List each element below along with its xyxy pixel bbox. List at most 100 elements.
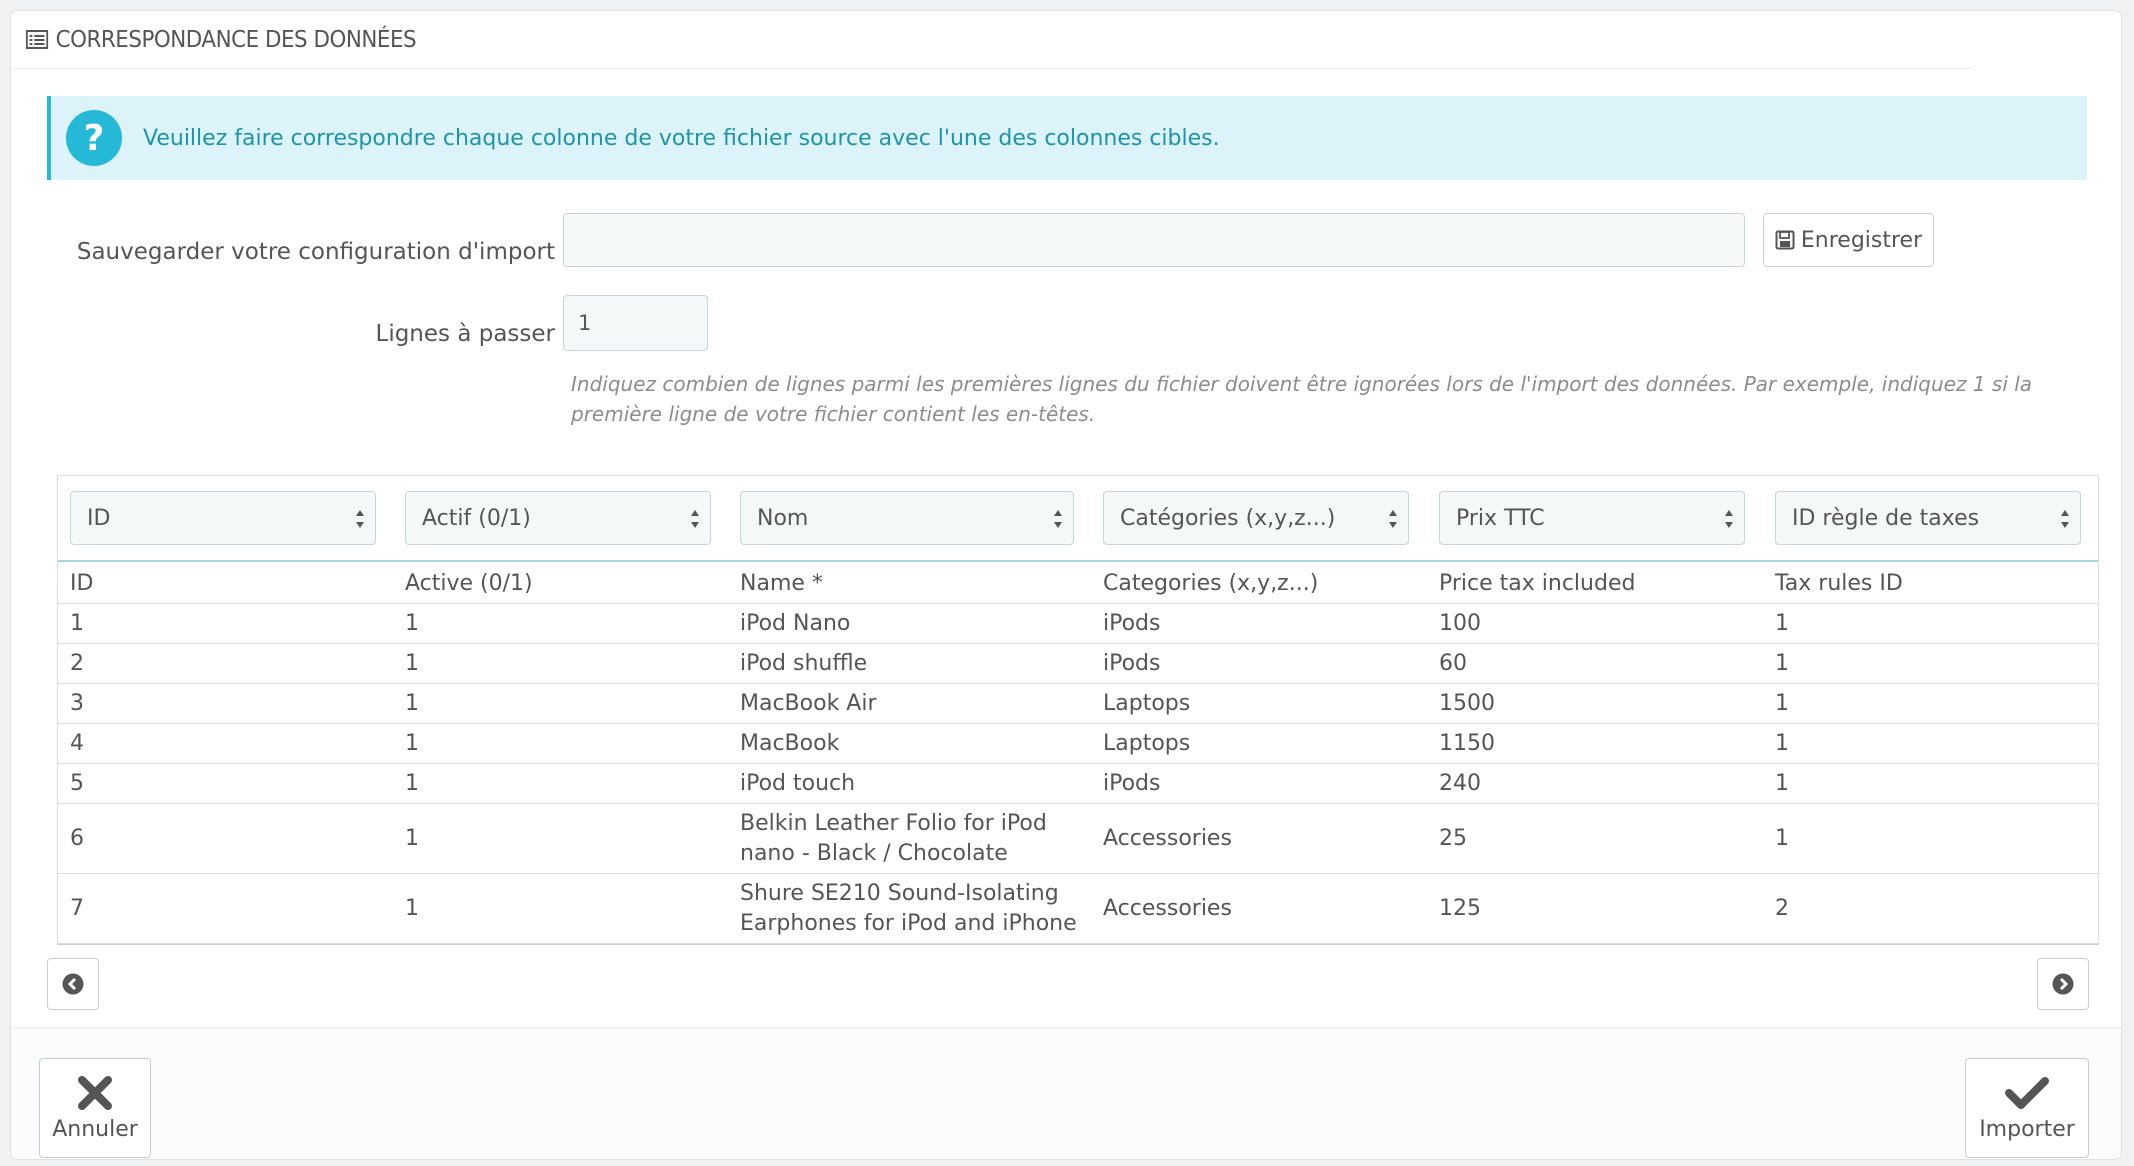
table-cell: 1 <box>70 610 84 636</box>
skip-lines-label: Lignes à passer <box>375 321 556 347</box>
table-cell: iPods <box>1103 770 1161 796</box>
table-cell: MacBook Air <box>740 690 877 716</box>
floppy-disk-icon <box>1775 230 1795 250</box>
save-config-label: Enregistrer <box>1800 227 1923 253</box>
panel-heading: CORRESPONDANCE DES DONNÉES <box>11 11 1974 69</box>
table-header-row: ID Active (0/1) Name * Categories (x,y,z...… <box>58 564 2098 604</box>
table-row: 2 1 iPod shuffle iPods 60 1 <box>58 644 2098 684</box>
table-cell: 1 <box>405 650 419 676</box>
column-select-row: ID Actif (0/1) Nom Catégories (x,y,z...) Pri… <box>58 476 2098 562</box>
table-cell: 1 <box>1775 690 1789 716</box>
column-select-value: Prix TTC <box>1456 505 1545 531</box>
table-cell: 1 <box>405 610 419 636</box>
table-header-cell: Categories (x,y,z...) <box>1103 570 1319 596</box>
column-select-value: Actif (0/1) <box>422 505 531 531</box>
data-mapping-panel: CORRESPONDANCE DES DONNÉES ? Veuillez fa… <box>10 10 2122 1160</box>
cancel-label: Annuler <box>52 1116 138 1142</box>
list-icon <box>25 30 49 49</box>
table-row: 3 1 MacBook Air Laptops 1500 1 <box>58 684 2098 724</box>
panel-title: CORRESPONDANCE DES DONNÉES <box>55 26 417 53</box>
column-select[interactable]: Catégories (x,y,z...) <box>1103 491 1409 545</box>
config-name-input[interactable] <box>563 213 1745 267</box>
chevron-circle-left-icon <box>62 973 84 995</box>
table-header-cell: Price tax included <box>1439 570 1636 596</box>
next-columns-button[interactable] <box>2037 958 2089 1010</box>
checkmark-icon <box>2005 1076 2049 1109</box>
table-cell: iPod Nano <box>740 610 851 636</box>
table-cell: 3 <box>70 690 84 716</box>
table-row: 6 1 Belkin Leather Folio for iPod nano - B… <box>58 804 2098 874</box>
column-select[interactable]: Actif (0/1) <box>405 491 711 545</box>
panel-footer: Annuler Importer <box>11 1027 2121 1159</box>
table-cell: 1 <box>405 895 419 921</box>
select-arrows-icon <box>1725 510 1733 528</box>
column-select[interactable]: ID <box>70 491 376 545</box>
table-header-cell: Name * <box>740 570 823 596</box>
table-cell: iPods <box>1103 610 1161 636</box>
close-icon <box>78 1075 112 1110</box>
table-cell: 1 <box>1775 770 1789 796</box>
table-row: 1 1 iPod Nano iPods 100 1 <box>58 604 2098 644</box>
previous-columns-button[interactable] <box>47 958 99 1010</box>
svg-text:?: ? <box>84 118 105 159</box>
import-button[interactable]: Importer <box>1965 1058 2089 1158</box>
table-cell: 1150 <box>1439 730 1495 756</box>
table-header-cell: Tax rules ID <box>1775 570 1903 596</box>
table-cell: 1 <box>1775 650 1789 676</box>
skip-lines-input[interactable] <box>563 295 708 351</box>
table-header-cell: Active (0/1) <box>405 570 533 596</box>
table-cell: 1 <box>405 690 419 716</box>
column-select-value: Catégories (x,y,z...) <box>1120 505 1336 531</box>
table-cell: 240 <box>1439 770 1481 796</box>
table-cell: 5 <box>70 770 84 796</box>
info-alert: ? Veuillez faire correspondre chaque col… <box>47 96 2087 180</box>
table-cell: iPods <box>1103 650 1161 676</box>
table-cell: Accessories <box>1103 895 1232 921</box>
select-arrows-icon <box>2061 510 2069 528</box>
table-cell: Laptops <box>1103 730 1191 756</box>
table-row: 4 1 MacBook Laptops 1150 1 <box>58 724 2098 764</box>
skip-lines-help: Indiquez combien de lignes parmi les pre… <box>571 372 2033 426</box>
table-cell: 25 <box>1439 825 1467 851</box>
column-select[interactable]: Prix TTC <box>1439 491 1745 545</box>
cancel-button[interactable]: Annuler <box>39 1058 151 1158</box>
alert-text: Veuillez faire correspondre chaque colon… <box>143 125 1220 151</box>
table-cell: Laptops <box>1103 690 1191 716</box>
table-cell: 2 <box>70 650 84 676</box>
table-cell: 60 <box>1439 650 1467 676</box>
save-config-button[interactable]: Enregistrer <box>1763 213 1934 267</box>
table-row: 7 1 Shure SE210 Sound-Isolating Earphones … <box>58 874 2098 944</box>
column-select-value: ID règle de taxes <box>1792 505 1980 531</box>
question-circle-icon: ? <box>66 110 122 166</box>
table-cell: 4 <box>70 730 84 756</box>
table-cell: 1 <box>1775 610 1789 636</box>
table-cell: iPod touch <box>740 770 856 796</box>
table-cell: 1 <box>405 770 419 796</box>
table-row: 5 1 iPod touch iPods 240 1 <box>58 764 2098 804</box>
select-arrows-icon <box>356 510 364 528</box>
table-cell: Belkin Leather Folio for iPod nano - Bla… <box>740 810 1047 866</box>
table-cell: Shure SE210 Sound-Isolating Earphones fo… <box>740 880 1077 936</box>
column-select-value: ID <box>87 505 111 531</box>
table-cell: 6 <box>70 825 84 851</box>
preview-table: ID Actif (0/1) Nom Catégories (x,y,z...) Pri… <box>57 475 2099 945</box>
table-cell: 1 <box>1775 825 1789 851</box>
table-cell: 7 <box>70 895 84 921</box>
column-select[interactable]: ID règle de taxes <box>1775 491 2081 545</box>
table-cell: 1500 <box>1439 690 1495 716</box>
table-cell: 1 <box>405 825 419 851</box>
select-arrows-icon <box>1054 510 1062 528</box>
table-cell: iPod shuffle <box>740 650 868 676</box>
table-cell: 125 <box>1439 895 1481 921</box>
table-cell: 2 <box>1775 895 1789 921</box>
select-arrows-icon <box>691 510 699 528</box>
column-select[interactable]: Nom <box>740 491 1074 545</box>
chevron-circle-right-icon <box>2052 973 2074 995</box>
table-cell: 1 <box>1775 730 1789 756</box>
table-cell: Accessories <box>1103 825 1232 851</box>
table-cell: 1 <box>405 730 419 756</box>
table-cell: MacBook <box>740 730 840 756</box>
config-label: Sauvegarder votre configuration d'import <box>76 239 555 265</box>
import-label: Importer <box>1979 1116 2075 1142</box>
table-header-cell: ID <box>70 570 94 596</box>
